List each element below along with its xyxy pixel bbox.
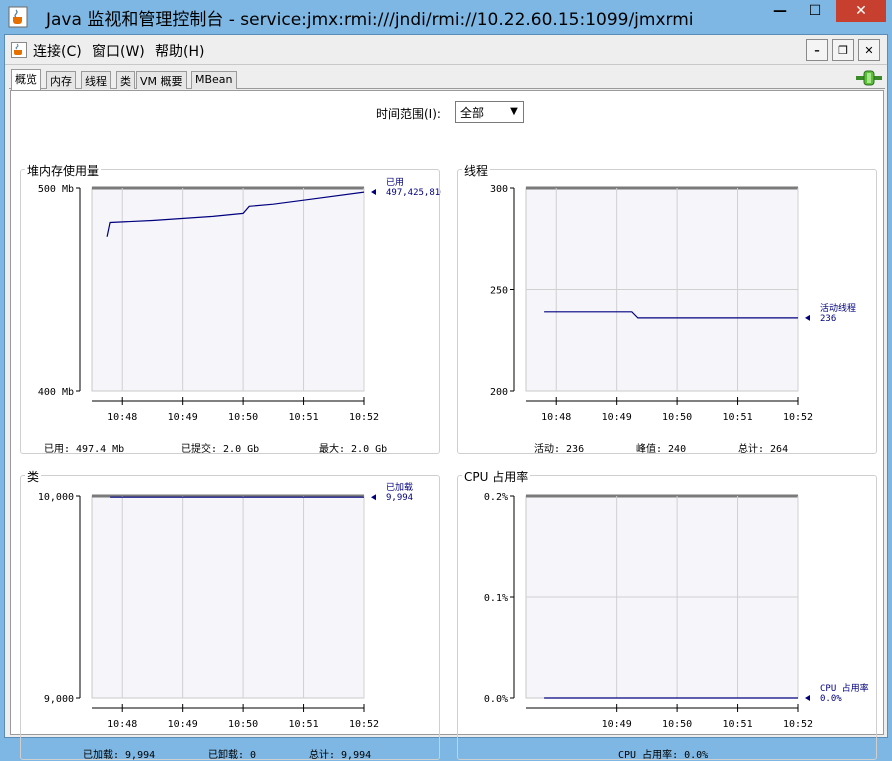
tab-overview[interactable]: 概览	[11, 69, 41, 90]
window-maximize-button[interactable]: ☐	[793, 0, 837, 22]
chevron-down-icon: ▼	[510, 106, 518, 117]
series-value-label: 236	[820, 314, 836, 324]
cpu-panel: CPU 占用率 10:49 10:50 10:51 10:52 0.0% 0.1% 0.2%…	[457, 468, 877, 761]
window-title: Java 监视和管理控制台 - service:jmx:rmi:///jndi/…	[46, 10, 694, 30]
x-tick-label: 10:49	[168, 719, 198, 730]
x-tick-label: 10:48	[541, 412, 571, 423]
java-cup-icon	[11, 42, 27, 58]
time-range-value: 全部	[460, 106, 485, 120]
series-value-label: 497,425,816	[386, 188, 441, 198]
x-tick-label: 10:50	[228, 719, 258, 730]
cpu-chart: 10:49 10:50 10:51 10:520.0%0.1%0.2%CPU 占用率0…	[484, 492, 869, 730]
x-tick-label: 10:48	[107, 412, 137, 423]
overview-panel: 时间范围(I): 全部 ▼ 堆内存使用量 10:48 10:49 10:50 10:5…	[10, 90, 884, 761]
series-marker	[371, 189, 376, 196]
series-value-label: 9,994	[386, 493, 413, 503]
series-value-label: 0.0%	[820, 694, 842, 704]
x-tick-label: 10:48	[107, 719, 137, 730]
internal-close-button[interactable]: ✕	[858, 39, 880, 61]
internal-minimize-button[interactable]: –	[806, 39, 828, 61]
plot-area	[91, 495, 365, 699]
tab-classes[interactable]: 类	[116, 71, 135, 89]
series-marker	[371, 494, 376, 501]
x-tick-label: 10:49	[602, 719, 632, 730]
x-tick-label: 10:51	[289, 412, 319, 423]
x-tick-label: 10:50	[228, 412, 258, 423]
internal-restore-button[interactable]: ❐	[832, 39, 854, 61]
tab-memory[interactable]: 内存	[46, 71, 76, 89]
x-tick-label: 10:51	[289, 719, 319, 730]
heap-max-stat: 最大: 2.0 Gb	[319, 444, 388, 455]
series-marker	[805, 314, 810, 321]
menu-help[interactable]: 帮助(H)	[155, 41, 204, 61]
tab-strip: 概览 内存 线程 类 VM 概要 MBean	[9, 69, 885, 90]
y-tick-label: 10,000	[38, 492, 74, 503]
y-tick-label: 0.2%	[484, 492, 508, 503]
connection-status-icon	[856, 70, 882, 86]
y-tick-label: 300	[490, 184, 508, 195]
y-tick-label: 9,000	[44, 694, 74, 705]
series-legend-label: 已加载	[386, 481, 413, 493]
x-tick-label: 10:51	[723, 719, 753, 730]
plot-area	[91, 187, 365, 392]
x-tick-label: 10:50	[662, 719, 692, 730]
x-tick-label: 10:52	[349, 412, 379, 423]
window-titlebar[interactable]: Java 监视和管理控制台 - service:jmx:rmi:///jndi/…	[0, 0, 892, 34]
y-tick-label: 500 Mb	[38, 184, 74, 195]
y-tick-label: 200	[490, 387, 508, 398]
tab-vm-summary[interactable]: VM 概要	[136, 71, 187, 89]
classes-panel: 类 10:48 10:49 10:50 10:51 10:52 9,000 10,000 已加…	[20, 468, 440, 761]
x-tick-label: 10:52	[783, 412, 813, 423]
x-tick-label: 10:52	[349, 719, 379, 730]
heap-memory-panel: 堆内存使用量 10:48 10:49 10:50 10:51 10:52 400 Mb 50…	[20, 162, 441, 455]
threads-live-stat: 活动: 236	[534, 444, 585, 455]
classes-unloaded-stat: 已卸载: 0	[208, 750, 257, 761]
x-tick-label: 10:51	[723, 412, 753, 423]
classes-chart: 10:48 10:49 10:50 10:51 10:52 9,000 10,000 已加载9…	[38, 481, 413, 730]
menu-bar: 连接(C) 窗口(W) 帮助(H) – ❐ ✕	[5, 35, 887, 65]
series-legend-label: CPU 占用率	[820, 682, 869, 694]
java-cup-icon	[8, 6, 28, 28]
x-tick-label: 10:49	[168, 412, 198, 423]
time-range-label: 时间范围(I):	[376, 107, 441, 121]
classes-total-stat: 总计: 9,994	[309, 750, 372, 761]
classes-loaded-stat: 已加载: 9,994	[83, 750, 156, 761]
heap-used-stat: 已用: 497.4 Mb	[44, 444, 125, 455]
heap-committed-stat: 已提交: 2.0 Gb	[181, 444, 260, 455]
series-marker	[805, 695, 810, 701]
menu-window[interactable]: 窗口(W)	[92, 41, 145, 61]
series-legend-label: 已用	[386, 177, 404, 188]
x-tick-label: 10:50	[662, 412, 692, 423]
window-close-button[interactable]: ✕	[836, 0, 886, 22]
series-legend-label: 活动线程	[820, 302, 856, 314]
y-tick-label: 0.1%	[484, 593, 508, 604]
time-range-select[interactable]: 全部 ▼	[455, 101, 524, 123]
heap-memory-chart: 10:48 10:49 10:50 10:51 10:52 400 Mb 500 Mb 已用4…	[38, 177, 441, 423]
threads-total-stat: 总计: 264	[738, 444, 789, 455]
tab-threads[interactable]: 线程	[81, 71, 111, 89]
y-tick-label: 0.0%	[484, 694, 508, 705]
threads-panel: 线程 10:48 10:49 10:50 10:51 10:52 200 250 300 活动线…	[457, 162, 877, 455]
tab-mbeans[interactable]: MBean	[191, 71, 237, 89]
x-tick-label: 10:49	[602, 412, 632, 423]
main-frame: 连接(C) 窗口(W) 帮助(H) – ❐ ✕ 概览 内存 线程 类 VM 概要…	[4, 34, 888, 761]
y-tick-label: 250	[490, 286, 508, 297]
threads-chart: 10:48 10:49 10:50 10:51 10:52 200 250 300 活动线程23…	[490, 184, 856, 423]
threads-peak-stat: 峰值: 240	[636, 444, 687, 455]
menu-connection[interactable]: 连接(C)	[33, 41, 82, 61]
x-tick-label: 10:52	[783, 719, 813, 730]
y-tick-label: 400 Mb	[38, 387, 74, 398]
cpu-usage-stat: CPU 占用率: 0.0%	[618, 750, 709, 761]
